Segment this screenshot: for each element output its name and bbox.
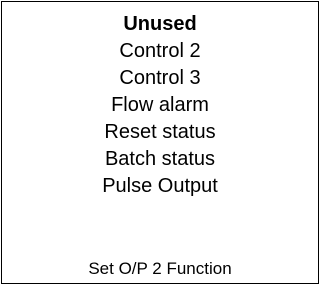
option-flow-alarm[interactable]: Flow alarm (2, 92, 318, 119)
option-reset-status[interactable]: Reset status (2, 119, 318, 146)
option-batch-status[interactable]: Batch status (2, 146, 318, 173)
menu-prompt: Set O/P 2 Function (88, 259, 232, 278)
display-panel: Unused Control 2 Control 3 Flow alarm Re… (1, 1, 319, 284)
function-option-list: Unused Control 2 Control 3 Flow alarm Re… (2, 11, 318, 200)
option-control-2[interactable]: Control 2 (2, 38, 318, 65)
option-unused[interactable]: Unused (2, 11, 318, 38)
option-pulse-output[interactable]: Pulse Output (2, 173, 318, 200)
option-control-3[interactable]: Control 3 (2, 65, 318, 92)
